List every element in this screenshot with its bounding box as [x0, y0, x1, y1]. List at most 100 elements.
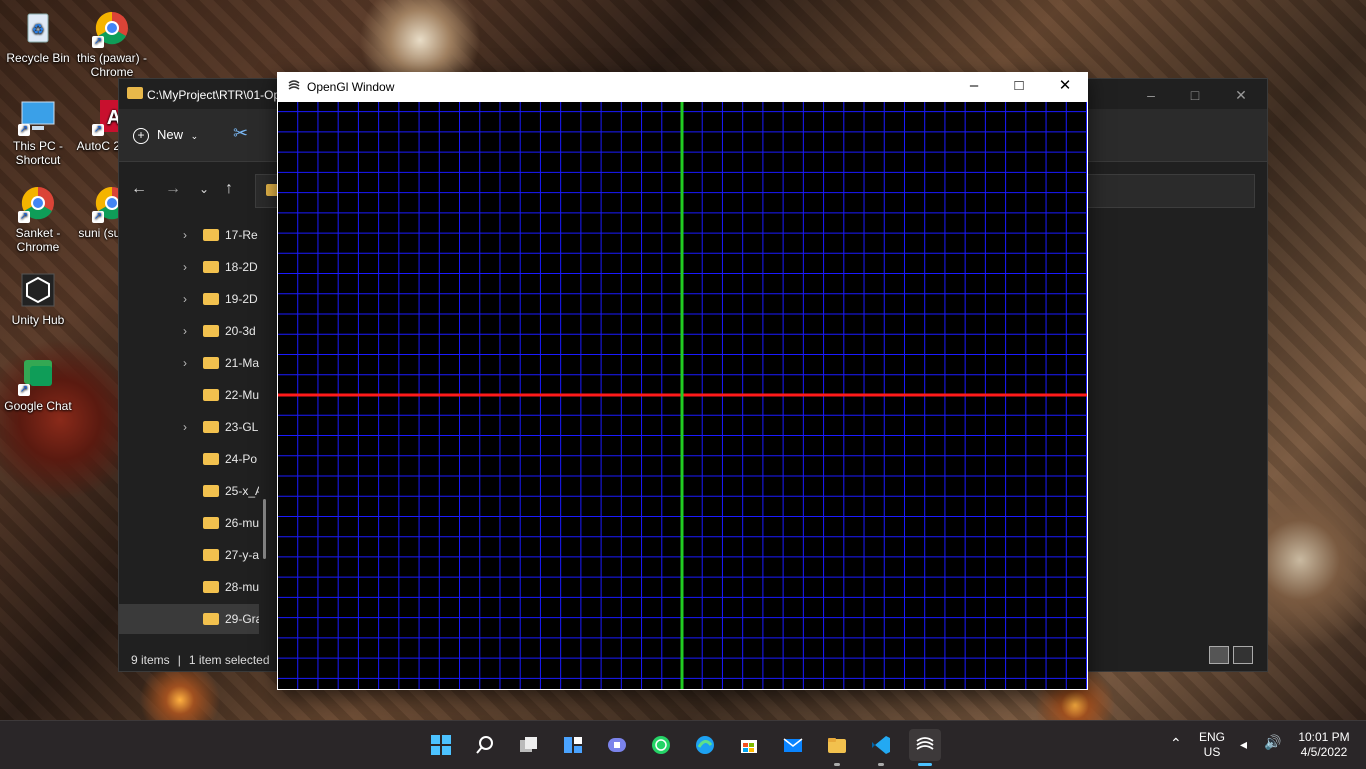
folder-icon	[203, 325, 219, 337]
up-arrow-icon[interactable]: ↑	[225, 180, 233, 198]
chrome-icon: ↗	[18, 183, 58, 223]
task-view-icon	[518, 734, 540, 756]
search-icon	[474, 734, 496, 756]
desktop-icon-label: Recycle Bin	[6, 51, 70, 65]
tree-folder-item[interactable]: 26-mu	[119, 508, 259, 538]
chevron-right-icon[interactable]: ›	[183, 412, 187, 442]
show-hidden-icons-chevron-icon[interactable]: ⌃	[1170, 735, 1182, 752]
item-count: 9 items	[131, 653, 170, 667]
taskbar-search-button[interactable]	[469, 729, 501, 761]
taskbar-store-button[interactable]	[733, 729, 765, 761]
recycle-bin-icon: ♻	[18, 8, 58, 48]
tree-folder-item[interactable]: › 18-2D	[119, 252, 259, 282]
folder-icon	[203, 421, 219, 433]
folder-icon	[203, 453, 219, 465]
clock-time: 10:01 PM	[1298, 730, 1350, 744]
desktop-icon-google-chat[interactable]: ↗ Google Chat	[0, 356, 76, 413]
taskbar-opengl-app-button[interactable]	[909, 729, 941, 766]
volume-icon[interactable]: 🔊	[1264, 734, 1281, 751]
maximize-button[interactable]: □	[1173, 83, 1217, 107]
folder-icon	[203, 357, 219, 369]
folder-icon	[203, 581, 219, 593]
tree-folder-item[interactable]: › 17-Re	[119, 220, 259, 250]
chevron-right-icon[interactable]: ›	[183, 284, 187, 314]
opengl-canvas[interactable]	[278, 102, 1087, 689]
clock[interactable]: 10:01 PM 4/5/2022	[1292, 730, 1356, 760]
chevron-right-icon[interactable]: ›	[183, 220, 187, 250]
desktop-icon-label: This PC - Shortcut	[12, 139, 63, 167]
tree-folder-item[interactable]: › 23-GL	[119, 412, 259, 442]
tree-folder-label: 22-Mu	[225, 388, 259, 402]
unity-icon	[18, 270, 58, 310]
tree-folder-item[interactable]: 25-x_A	[119, 476, 259, 506]
opengl-titlebar[interactable]: OpenGl Window – □ ✕	[277, 72, 1088, 102]
status-divider: |	[177, 653, 181, 667]
chevron-right-icon[interactable]: ›	[183, 252, 187, 282]
tree-folder-label: 28-mu	[225, 580, 259, 594]
input-language-indicator[interactable]: ENG US	[1198, 730, 1226, 760]
tiles-view-button[interactable]	[1233, 646, 1253, 664]
forward-arrow-icon[interactable]: →	[165, 180, 181, 198]
taskbar-vscode-button[interactable]	[865, 729, 897, 766]
tree-folder-item[interactable]: 22-Mu	[119, 380, 259, 410]
taskbar-start-button[interactable]	[425, 729, 457, 761]
lang-line1: ENG	[1198, 730, 1225, 744]
folder-icon	[203, 229, 219, 241]
chevron-right-icon[interactable]: ›	[183, 348, 187, 378]
plus-icon: +	[133, 127, 149, 144]
running-indicator	[878, 763, 884, 766]
minimize-button[interactable]: –	[1129, 83, 1173, 107]
taskbar-task-view-button[interactable]	[513, 729, 545, 761]
desktop-icon-label: Sanket - Chrome	[15, 226, 61, 254]
tree-folder-label: 24-Po	[225, 452, 258, 466]
back-arrow-icon[interactable]: ←	[131, 180, 147, 198]
desktop-icon-chrome-pawar[interactable]: ↗ this (pawar) - Chrome	[74, 8, 150, 79]
wifi-icon[interactable]: ◂	[1240, 736, 1247, 753]
taskbar-widgets-button[interactable]	[557, 729, 589, 761]
whatsapp-icon	[650, 734, 672, 756]
desktop-icon-recycle-bin[interactable]: ♻ Recycle Bin	[0, 8, 76, 65]
taskbar-teams-chat-button[interactable]	[601, 729, 633, 761]
tree-folder-item[interactable]: 28-mu	[119, 572, 259, 602]
taskbar-edge-button[interactable]	[689, 729, 721, 761]
taskbar: ⌃ ENG US ◂ 🔊 10:01 PM 4/5/2022	[0, 720, 1366, 769]
tree-folder-item[interactable]: 24-Po	[119, 444, 259, 474]
taskbar-file-explorer-button[interactable]	[821, 729, 853, 766]
store-icon	[738, 734, 760, 756]
cut-icon[interactable]: ✂	[233, 123, 248, 144]
tree-folder-item[interactable]: › 19-2D	[119, 284, 259, 314]
tree-folder-item[interactable]: 29-Gra	[119, 604, 259, 634]
new-label: New	[157, 127, 184, 142]
explorer-title: C:\MyProject\RTR\01-Op	[147, 88, 281, 102]
new-button[interactable]: + New ⌄	[133, 123, 198, 147]
tree-folder-item[interactable]: › 21-Ma	[119, 348, 259, 378]
folder-icon	[203, 389, 219, 401]
desktop-icon-this-pc[interactable]: ↗ This PC - Shortcut	[0, 96, 76, 167]
details-view-button[interactable]	[1209, 646, 1229, 664]
minimize-button[interactable]: –	[951, 72, 997, 102]
maximize-button[interactable]: □	[996, 72, 1042, 102]
chevron-right-icon[interactable]: ›	[183, 316, 187, 346]
desktop-icon-unity-hub[interactable]: Unity Hub	[0, 270, 76, 327]
mail-icon	[782, 734, 804, 756]
recent-chevron-icon[interactable]: ⌄	[199, 182, 209, 196]
close-button[interactable]: ✕	[1042, 72, 1088, 102]
widgets-icon	[562, 734, 584, 756]
tree-folder-label: 23-GL	[225, 420, 259, 434]
status-bar: 9 items | 1 item selected	[131, 653, 270, 667]
tree-folder-item[interactable]: › 20-3d	[119, 316, 259, 346]
scrollbar-thumb[interactable]	[263, 499, 266, 559]
tree-folder-label: 26-mu	[225, 516, 259, 530]
selection-count: 1 item selected	[188, 653, 270, 667]
tree-folder-item[interactable]: 27-y-a	[119, 540, 259, 570]
tree-folder-label: 19-2D	[225, 292, 258, 306]
desktop-icon-chrome-sanket[interactable]: ↗ Sanket - Chrome	[0, 183, 76, 254]
close-button[interactable]: ✕	[1219, 83, 1263, 107]
taskbar-mail-button[interactable]	[777, 729, 809, 761]
desktop-icon-label: Unity Hub	[11, 313, 65, 327]
chevron-down-icon: ⌄	[190, 131, 199, 141]
navigation-pane: › 17-Re › 18-2D › 19-2D › 20-3d › 21-Ma 22-Mu › 23-G…	[119, 220, 259, 634]
taskbar-whatsapp-button[interactable]	[645, 729, 677, 761]
opengl-window[interactable]: OpenGl Window – □ ✕	[277, 72, 1088, 690]
folder-icon	[203, 485, 219, 497]
